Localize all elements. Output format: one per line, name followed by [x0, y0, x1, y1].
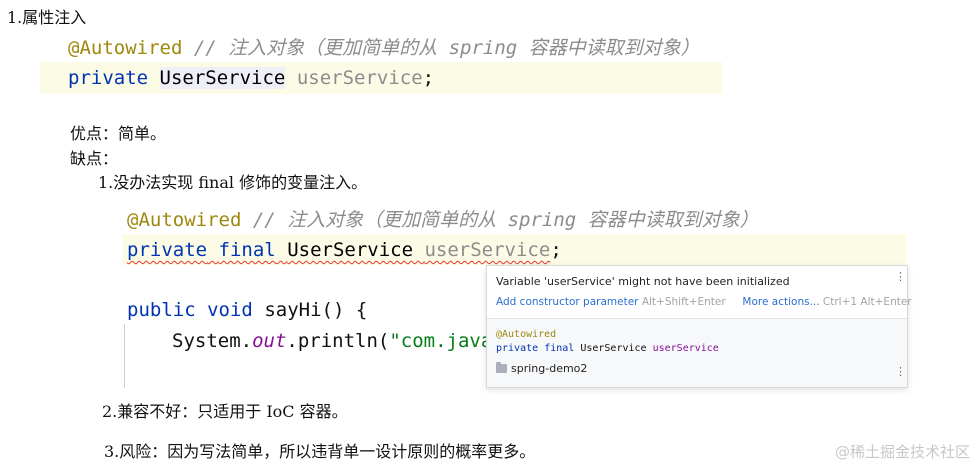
autowired-annotation: @Autowired	[68, 37, 183, 59]
semicolon: ;	[550, 239, 562, 261]
field-userservice: userService	[424, 239, 551, 261]
type-userservice: UserService	[159, 67, 286, 89]
folder-icon	[496, 362, 507, 373]
popup-code-annotation: @Autowired	[496, 329, 557, 340]
section-heading-field-injection: 1.属性注入	[7, 8, 87, 27]
more-actions-link[interactable]: More actions...	[742, 296, 819, 308]
more-options-icon[interactable]: ⋮	[895, 271, 906, 282]
pros-text: 优点：简单。	[70, 124, 167, 143]
method-signature: sayHi() {	[264, 299, 368, 321]
popup-actions: Add constructor parameter Alt+Shift+Ente…	[496, 296, 912, 308]
field-userservice: userService	[296, 67, 423, 89]
shortcut-add-constructor: Alt+Shift+Enter	[641, 296, 726, 308]
code-comment: // 注入对象（更加简单的从 spring 容器中读取到对象）	[193, 37, 700, 59]
autowired-annotation: @Autowired	[127, 209, 242, 231]
code-comment: // 注入对象（更加简单的从 spring 容器中读取到对象）	[252, 209, 759, 231]
popup-keyword-private: private	[496, 343, 539, 354]
code-line-method: public void sayHi() {	[127, 297, 367, 323]
popup-module[interactable]: spring-demo2	[496, 362, 587, 375]
keyword-private: private	[127, 239, 208, 261]
code-line-annotation-1: @Autowired // 注入对象（更加简单的从 spring 容器中读取到对…	[68, 35, 700, 61]
type-userservice: UserService	[287, 239, 414, 261]
keyword-public: public	[127, 299, 196, 321]
module-name: spring-demo2	[511, 362, 588, 375]
popup-type: UserService	[580, 343, 647, 354]
inspection-popup[interactable]: Variable 'userService' might not have be…	[486, 265, 912, 388]
con-2-text: 2.兼容不好：只适用于 IoC 容器。	[102, 402, 348, 421]
popup-keyword-final: final	[544, 343, 575, 354]
code-line-annotation-2: @Autowired // 注入对象（更加简单的从 spring 容器中读取到对…	[127, 207, 759, 233]
code-line-field-2: private final UserService userService;	[127, 237, 562, 263]
print-string: "com.java	[389, 330, 493, 352]
more-options-icon-bottom[interactable]: ⋮	[895, 366, 906, 377]
con-3-text: 3.风险：因为写法简单，所以违背单一设计原则的概率更多。	[104, 442, 536, 461]
popup-header: Variable 'userService' might not have be…	[487, 266, 912, 319]
indent-guide	[124, 324, 125, 388]
cons-label: 缺点：	[70, 149, 119, 168]
add-constructor-parameter-link[interactable]: Add constructor parameter	[496, 296, 638, 308]
print-out: out	[252, 330, 287, 352]
popup-field: userService	[652, 343, 719, 354]
semicolon: ;	[422, 67, 435, 89]
keyword-void: void	[207, 299, 253, 321]
print-prefix: System.	[172, 330, 253, 352]
keyword-private: private	[68, 67, 149, 89]
code-line-println: System.out.println("com.java	[172, 328, 492, 354]
watermark: @稀土掘金技术社区	[834, 443, 970, 461]
shortcut-more-actions: Ctrl+1 Alt+Enter	[822, 296, 912, 308]
con-1-text: 1.没办法实现 final 修饰的变量注入。	[98, 173, 368, 192]
popup-message: Variable 'userService' might not have be…	[496, 275, 790, 288]
code-line-field-1: private UserService userService;	[68, 65, 434, 91]
keyword-final: final	[218, 239, 276, 261]
print-mid: .println(	[286, 330, 390, 352]
popup-code-declaration: private final UserService userService	[496, 343, 719, 354]
